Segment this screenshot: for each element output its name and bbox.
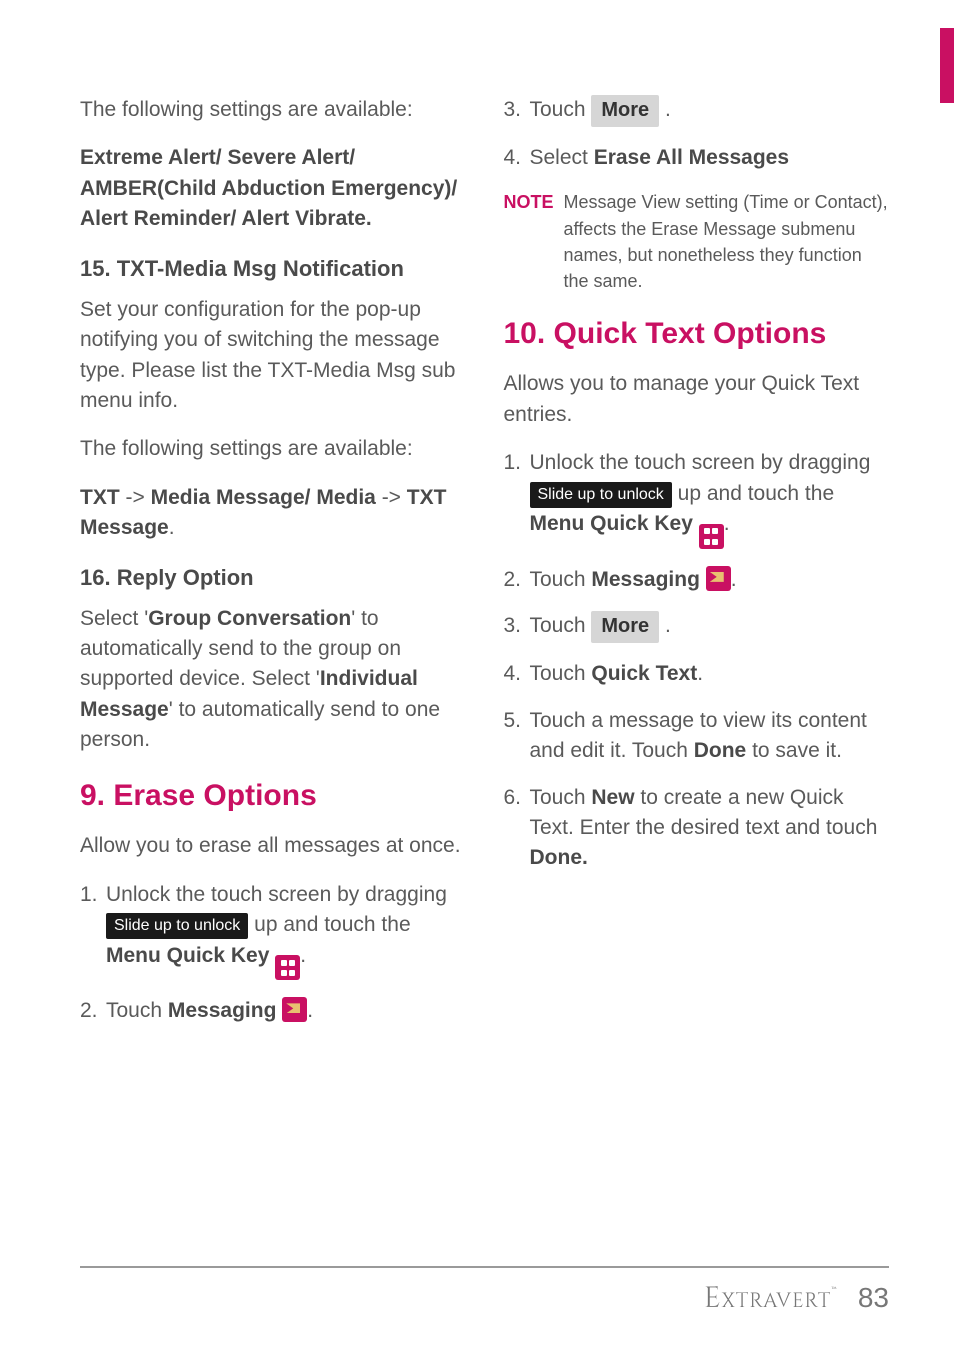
brand-name: Extravert [704, 1279, 831, 1318]
step-body: Touch New to create a new Quick Text. En… [530, 783, 890, 874]
note-block: NOTE Message View setting (Time or Conta… [504, 189, 890, 293]
erase-options-heading: 9. Erase Options [80, 774, 466, 818]
quick-step-1: 1. Unlock the touch screen by dragging S… [504, 448, 890, 549]
step-number: 1. [504, 448, 530, 549]
intro-text: The following settings are available: [80, 95, 466, 125]
qstep3-text-a: Touch [530, 614, 592, 637]
quick-text-label: Quick Text [591, 662, 697, 685]
step-number: 4. [504, 659, 530, 689]
group-conversation-label: Group Conversation [148, 607, 351, 630]
step-body: Touch Quick Text. [530, 659, 890, 689]
period: . [300, 944, 306, 967]
txt-label: TXT [80, 486, 120, 509]
step-body: Unlock the touch screen by dragging Slid… [106, 880, 466, 981]
qstep2-text-a: Touch [530, 568, 592, 591]
step-body: Touch Messaging . [106, 996, 466, 1026]
quick-step-6: 6. Touch New to create a new Quick Text.… [504, 783, 890, 874]
footer-text: Extravert™ 83 [80, 1278, 889, 1320]
quick-step-5: 5. Touch a message to view its content a… [504, 706, 890, 767]
menu-quick-key-label: Menu Quick Key [530, 512, 693, 535]
messaging-icon[interactable] [282, 997, 307, 1022]
slide-to-unlock-button[interactable]: Slide up to unlock [530, 482, 672, 508]
messaging-label: Messaging [168, 999, 277, 1022]
media-message-label: Media Message/ Media [151, 486, 376, 509]
more-button[interactable]: More [591, 611, 659, 643]
messaging-icon[interactable] [706, 566, 731, 591]
erase-step-2: 2. Touch Messaging . [80, 996, 466, 1026]
page-footer: Extravert™ 83 [80, 1266, 889, 1320]
quick-step-3: 3. Touch More . [504, 611, 890, 643]
menu-grid-icon[interactable] [275, 955, 300, 980]
page-number: 83 [858, 1282, 889, 1313]
new-label: New [591, 786, 634, 809]
period: . [169, 516, 175, 539]
footer-divider [80, 1266, 889, 1268]
qstep6-text-a: Touch [530, 786, 592, 809]
step-body: Unlock the touch screen by dragging Slid… [530, 448, 890, 549]
menu-quick-key-label: Menu Quick Key [106, 944, 269, 967]
messaging-label: Messaging [591, 568, 700, 591]
step3-text-a: Touch [530, 98, 592, 121]
quick-text-intro: Allows you to manage your Quick Text ent… [504, 369, 890, 430]
erase-step-3: 3. Touch More . [504, 95, 890, 127]
page-content: The following settings are available: Ex… [0, 0, 954, 1043]
step-body: Touch More . [530, 95, 890, 127]
done-label: Done [694, 739, 747, 762]
qstep1-text-b: up and touch the [678, 482, 834, 505]
slide-to-unlock-button[interactable]: Slide up to unlock [106, 913, 248, 939]
menu-grid-icon[interactable] [699, 524, 724, 549]
erase-step-1: 1. Unlock the touch screen by dragging S… [80, 880, 466, 981]
quick-step-4: 4. Touch Quick Text. [504, 659, 890, 689]
step-number: 2. [504, 565, 530, 595]
step-body: Select Erase All Messages [530, 143, 890, 173]
step-number: 3. [504, 611, 530, 643]
settings-available-2: The following settings are available: [80, 434, 466, 464]
step-body: Touch a message to view its content and … [530, 706, 890, 767]
section-16-title: 16. Reply Option [80, 562, 466, 594]
trademark-symbol: ™ [831, 1284, 837, 1300]
step-body: Touch More . [530, 611, 890, 643]
step-number: 2. [80, 996, 106, 1026]
period: . [731, 568, 737, 591]
step-number: 3. [504, 95, 530, 127]
step-number: 4. [504, 143, 530, 173]
erase-step-4: 4. Select Erase All Messages [504, 143, 890, 173]
qstep4-text-a: Touch [530, 662, 592, 685]
done-label-2: Done. [530, 846, 588, 869]
sec16-text-a: Select ' [80, 607, 148, 630]
period: . [697, 662, 703, 685]
more-button[interactable]: More [591, 95, 659, 127]
left-column: The following settings are available: Ex… [80, 95, 466, 1043]
erase-intro: Allow you to erase all messages at once. [80, 831, 466, 861]
step4-text-a: Select [530, 146, 594, 169]
qstep1-text-a: Unlock the touch screen by dragging [530, 451, 871, 474]
txt-media-options: TXT -> Media Message/ Media -> TXT Messa… [80, 483, 466, 544]
period: . [724, 512, 730, 535]
alert-types-list: Extreme Alert/ Severe Alert/ AMBER(Child… [80, 143, 466, 234]
step-number: 1. [80, 880, 106, 981]
note-body: Message View setting (Time or Contact), … [564, 189, 889, 293]
step2-text-a: Touch [106, 999, 168, 1022]
qstep5-text-c: to save it. [746, 739, 842, 762]
edge-tab-marker [940, 28, 954, 103]
erase-all-messages-label: Erase All Messages [594, 146, 789, 169]
quick-step-2: 2. Touch Messaging . [504, 565, 890, 595]
section-15-title: 15. TXT-Media Msg Notification [80, 253, 466, 285]
step-number: 5. [504, 706, 530, 767]
step-body: Touch Messaging . [530, 565, 890, 595]
note-label: NOTE [504, 189, 554, 293]
step1-text-b: up and touch the [254, 913, 410, 936]
arrow-1: -> [120, 486, 151, 509]
quick-text-heading: 10. Quick Text Options [504, 312, 890, 356]
period: . [665, 614, 671, 637]
step1-text-a: Unlock the touch screen by dragging [106, 883, 447, 906]
period: . [307, 999, 313, 1022]
arrow-2: -> [376, 486, 407, 509]
right-column: 3. Touch More . 4. Select Erase All Mess… [504, 95, 890, 1043]
section-16-body: Select 'Group Conversation' to automatic… [80, 604, 466, 756]
section-15-body: Set your configuration for the pop-up no… [80, 295, 466, 417]
period: . [665, 98, 671, 121]
step-number: 6. [504, 783, 530, 874]
